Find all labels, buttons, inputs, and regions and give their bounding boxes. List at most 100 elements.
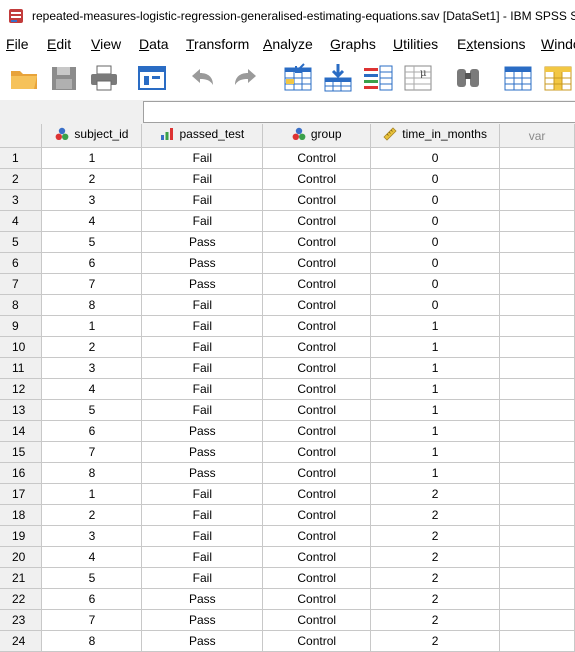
cell-var-empty[interactable] <box>499 441 575 463</box>
cell-subject-id[interactable]: 7 <box>41 273 143 295</box>
cell-passed-test[interactable]: Fail <box>141 399 264 421</box>
cell-group[interactable]: Control <box>262 252 372 274</box>
cell-passed-test[interactable]: Pass <box>141 420 264 442</box>
cell-var-empty[interactable] <box>499 294 575 316</box>
menu-file[interactable]: File <box>6 36 29 52</box>
cell-subject-id[interactable]: 4 <box>41 378 143 400</box>
cell-var-empty[interactable] <box>499 147 575 169</box>
cell-group[interactable]: Control <box>262 546 372 568</box>
cell-passed-test[interactable]: Pass <box>141 462 264 484</box>
cell-passed-test[interactable]: Fail <box>141 168 264 190</box>
find-icon[interactable] <box>452 62 484 94</box>
cell-passed-test[interactable]: Fail <box>141 504 264 526</box>
cell-subject-id[interactable]: 5 <box>41 567 143 589</box>
cell-group[interactable]: Control <box>262 189 372 211</box>
cell-var-empty[interactable] <box>499 588 575 610</box>
row-number[interactable]: 18 <box>0 504 43 526</box>
cell-time-in-months[interactable]: 1 <box>370 441 501 463</box>
cell-group[interactable]: Control <box>262 168 372 190</box>
print-icon[interactable] <box>88 62 120 94</box>
cell-passed-test[interactable]: Pass <box>141 609 264 631</box>
row-number[interactable]: 23 <box>0 609 43 631</box>
cell-group[interactable]: Control <box>262 441 372 463</box>
variables-icon[interactable] <box>362 62 394 94</box>
cell-time-in-months[interactable]: 1 <box>370 462 501 484</box>
menu-analyze[interactable]: Analyze <box>263 36 313 52</box>
cell-var-empty[interactable] <box>499 462 575 484</box>
cell-var-empty[interactable] <box>499 252 575 274</box>
cell-time-in-months[interactable]: 0 <box>370 147 501 169</box>
cell-subject-id[interactable]: 3 <box>41 189 143 211</box>
row-number[interactable]: 20 <box>0 546 43 568</box>
cell-time-in-months[interactable]: 0 <box>370 273 501 295</box>
cell-var-empty[interactable] <box>499 504 575 526</box>
cell-subject-id[interactable]: 1 <box>41 315 143 337</box>
cell-subject-id[interactable]: 3 <box>41 357 143 379</box>
row-number[interactable]: 19 <box>0 525 43 547</box>
cell-subject-id[interactable]: 7 <box>41 441 143 463</box>
column-header-var[interactable]: var <box>499 124 575 148</box>
cell-group[interactable]: Control <box>262 273 372 295</box>
cell-passed-test[interactable]: Fail <box>141 483 264 505</box>
cell-time-in-months[interactable]: 2 <box>370 630 501 652</box>
cell-time-in-months[interactable]: 1 <box>370 399 501 421</box>
cell-time-in-months[interactable]: 0 <box>370 294 501 316</box>
corner-cell[interactable] <box>0 124 43 148</box>
cell-passed-test[interactable]: Fail <box>141 525 264 547</box>
cell-group[interactable]: Control <box>262 336 372 358</box>
cell-time-in-months[interactable]: 1 <box>370 357 501 379</box>
cell-passed-test[interactable]: Pass <box>141 273 264 295</box>
row-number[interactable]: 2 <box>0 168 43 190</box>
cell-var-empty[interactable] <box>499 420 575 442</box>
cell-passed-test[interactable]: Pass <box>141 252 264 274</box>
cell-var-empty[interactable] <box>499 189 575 211</box>
cell-passed-test[interactable]: Fail <box>141 294 264 316</box>
column-header-subject-id[interactable]: subject_id <box>41 124 143 148</box>
cell-group[interactable]: Control <box>262 315 372 337</box>
row-number[interactable]: 13 <box>0 399 43 421</box>
recall-dialog-icon[interactable] <box>136 62 168 94</box>
cell-passed-test[interactable]: Fail <box>141 567 264 589</box>
insert-cases-icon[interactable] <box>502 62 534 94</box>
row-number[interactable]: 15 <box>0 441 43 463</box>
cell-time-in-months[interactable]: 0 <box>370 210 501 232</box>
cell-var-empty[interactable] <box>499 357 575 379</box>
cell-time-in-months[interactable]: 2 <box>370 567 501 589</box>
row-number[interactable]: 10 <box>0 336 43 358</box>
cell-passed-test[interactable]: Fail <box>141 546 264 568</box>
cell-passed-test[interactable]: Pass <box>141 588 264 610</box>
cell-group[interactable]: Control <box>262 147 372 169</box>
cell-group[interactable]: Control <box>262 294 372 316</box>
cell-group[interactable]: Control <box>262 231 372 253</box>
cell-time-in-months[interactable]: 1 <box>370 378 501 400</box>
cell-time-in-months[interactable]: 2 <box>370 504 501 526</box>
cell-passed-test[interactable]: Fail <box>141 147 264 169</box>
save-icon[interactable] <box>48 62 80 94</box>
cell-var-empty[interactable] <box>499 525 575 547</box>
cell-subject-id[interactable]: 6 <box>41 420 143 442</box>
cell-var-empty[interactable] <box>499 378 575 400</box>
cell-time-in-months[interactable]: 1 <box>370 315 501 337</box>
goto-case-icon[interactable] <box>282 62 314 94</box>
row-number[interactable]: 3 <box>0 189 43 211</box>
cell-passed-test[interactable]: Pass <box>141 441 264 463</box>
cell-group[interactable]: Control <box>262 420 372 442</box>
cell-var-empty[interactable] <box>499 168 575 190</box>
cell-group[interactable]: Control <box>262 483 372 505</box>
cell-time-in-months[interactable]: 0 <box>370 168 501 190</box>
row-number[interactable]: 11 <box>0 357 43 379</box>
cell-time-in-months[interactable]: 0 <box>370 189 501 211</box>
cell-subject-id[interactable]: 5 <box>41 399 143 421</box>
cell-var-empty[interactable] <box>499 567 575 589</box>
menu-view[interactable]: View <box>91 36 121 52</box>
cell-group[interactable]: Control <box>262 588 372 610</box>
cell-group[interactable]: Control <box>262 399 372 421</box>
row-number[interactable]: 8 <box>0 294 43 316</box>
cell-subject-id[interactable]: 2 <box>41 504 143 526</box>
cell-passed-test[interactable]: Pass <box>141 630 264 652</box>
row-number[interactable]: 21 <box>0 567 43 589</box>
cell-time-in-months[interactable]: 2 <box>370 588 501 610</box>
cell-var-empty[interactable] <box>499 483 575 505</box>
cell-passed-test[interactable]: Fail <box>141 336 264 358</box>
cell-subject-id[interactable]: 8 <box>41 462 143 484</box>
